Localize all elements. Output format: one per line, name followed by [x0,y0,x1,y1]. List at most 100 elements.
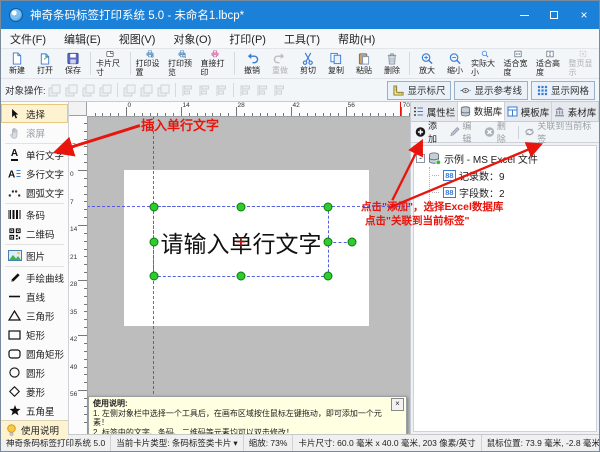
direct-print-button[interactable]: 直接打印 [199,49,232,78]
resize-handle-top-middle[interactable] [237,203,246,212]
menu-object[interactable]: 对象(O) [164,31,220,47]
vertical-ruler: -70714212835424956 [69,116,88,434]
resize-handle-top-left[interactable] [150,203,159,212]
ruler-tick [84,186,88,187]
tool-rectangle[interactable]: 矩形 [1,325,68,344]
status-card-type-dropdown[interactable]: 当前卡片类型: 条码标签类卡片▾ [111,435,244,451]
resize-handle-top-right[interactable] [324,203,333,212]
tool-freehand-curve[interactable]: 手绘曲线 [1,268,68,287]
menu-help[interactable]: 帮助(H) [329,31,384,47]
svg-text:88: 88 [445,171,453,180]
new-button[interactable]: 新建 [3,49,31,78]
popup-close-button[interactable]: × [391,398,404,411]
tool-qrcode[interactable]: 二维码 [1,224,68,243]
usage-help-button[interactable]: 使用说明 [1,420,68,439]
db-add-button[interactable]: 添加 [415,119,444,145]
db-delete-button[interactable]: 删除 [484,119,513,145]
print-settings-button[interactable]: 打印设置 [134,49,167,78]
tool-arc-text[interactable]: 圆弧文字 [1,183,68,202]
tool-rounded-rectangle[interactable]: 圆角矩形 [1,344,68,363]
svg-text:A: A [8,170,15,180]
card-size-button[interactable]: 卡片尺寸 [94,49,127,78]
object-operations-label: 对象操作: [5,83,46,97]
canvas-workarea[interactable]: 01428425670 -70714212835424956 请输入单行文字 [69,102,410,434]
design-canvas[interactable]: 请输入单行文字 [87,116,410,434]
tool-sidebar: 选择 滚屏 A单行文字 A多行文字 圆弧文字 条码 二维码 图片 手绘曲线 直线… [1,102,69,434]
tool-barcode[interactable]: 条码 [1,205,68,224]
delete-button[interactable]: 删除 [378,49,406,78]
menu-print[interactable]: 打印(P) [220,31,275,47]
zoom-in-button[interactable]: 放大 [413,49,441,78]
open-button[interactable]: 打开 [31,49,59,78]
paste-button[interactable]: 粘贴 [350,49,378,78]
print-preview-button[interactable]: 打印预览 [166,49,199,78]
resize-handle-middle-left[interactable] [150,237,159,246]
db-edit-button[interactable]: 编辑 [449,119,478,145]
zoom-out-button[interactable]: 缩小 [441,49,469,78]
object-op-button-disabled[interactable] [63,82,80,98]
tool-multi-line-text[interactable]: A多行文字 [1,164,68,183]
save-button[interactable]: 保存 [59,49,87,78]
rotate-handle[interactable] [348,237,357,246]
resize-handle-bottom-left[interactable] [150,272,159,281]
tool-diamond[interactable]: 菱形 [1,382,68,401]
object-op-button-disabled[interactable] [179,82,196,98]
tool-single-line-text[interactable]: A单行文字 [1,145,68,164]
show-guides-toggle[interactable]: 显示参考线 [454,81,528,100]
status-zoom-level: 缩放: 73% [244,435,294,451]
fit-height-button[interactable]: 适合高度 [534,49,567,78]
resize-handle-bottom-right[interactable] [324,272,333,281]
minimize-button[interactable] [509,1,539,29]
object-op-button-disabled[interactable] [196,82,213,98]
object-op-button-disabled[interactable] [46,82,63,98]
menu-file[interactable]: 文件(F) [1,31,55,47]
db-link-button[interactable]: 关联到当前标签 [524,119,595,145]
collapse-expander[interactable]: - [416,154,425,163]
tool-circle[interactable]: 圆形 [1,363,68,382]
menu-edit[interactable]: 编辑(E) [55,31,110,47]
ruler-label: 49 [70,364,77,371]
tool-star[interactable]: 五角星 [1,401,68,420]
actual-size-button[interactable]: 实际大小 [469,49,502,78]
object-op-button-disabled[interactable] [237,82,254,98]
print-settings-icon [143,50,157,58]
full-page-button[interactable]: 整页显示 [567,49,600,78]
resize-handle-bottom-middle[interactable] [237,272,246,281]
maximize-button[interactable] [539,1,569,29]
redo-button[interactable]: 重做 [266,49,294,78]
object-op-button-disabled[interactable] [254,82,271,98]
copy-button[interactable]: 复制 [322,49,350,78]
object-op-button-disabled[interactable] [97,82,114,98]
object-op-button-disabled[interactable] [80,82,97,98]
datasource-icon [428,152,441,165]
fit-width-button[interactable]: 适合宽度 [502,49,535,78]
close-button[interactable]: × [569,1,599,29]
ruler-tick [84,406,88,407]
object-op-button-disabled[interactable] [121,82,138,98]
tree-node-datasource[interactable]: - 示例 - MS Excel 文件 [416,150,594,167]
resize-handle-middle-right[interactable] [324,237,333,246]
tree-node-record-count[interactable]: 88 记录数：9 [432,167,594,184]
tool-select[interactable]: 选择 [1,104,68,123]
selected-text-object[interactable]: 请输入单行文字 [153,206,329,277]
title-bar: 神奇条码标签打印系统 5.0 - 未命名1.lbcp* × [1,1,599,29]
application-window: 神奇条码标签打印系统 5.0 - 未命名1.lbcp* × 文件(F) 编辑(E… [0,0,600,452]
menu-tools[interactable]: 工具(T) [275,31,329,47]
ruler-tick [84,296,88,297]
tool-line[interactable]: 直线 [1,287,68,306]
show-ruler-toggle[interactable]: 显示标尺 [387,81,451,100]
tool-image[interactable]: 图片 [1,246,68,265]
tree-node-field-count[interactable]: 88 字段数：2 [432,184,594,201]
object-op-button-disabled[interactable] [138,82,155,98]
cut-button[interactable]: 剪切 [294,49,322,78]
menu-view[interactable]: 视图(V) [110,31,165,47]
object-op-button-disabled[interactable] [155,82,172,98]
field-count-label: 字段数：2 [459,185,505,200]
show-grid-toggle[interactable]: 显示网格 [531,81,595,100]
tool-pan[interactable]: 滚屏 [1,123,68,142]
tool-triangle[interactable]: 三角形 [1,306,68,325]
object-op-button-disabled[interactable] [271,82,288,98]
object-op-button-disabled[interactable] [213,82,230,98]
undo-button[interactable]: 撤销 [238,49,266,78]
ruler-tick [260,113,261,117]
